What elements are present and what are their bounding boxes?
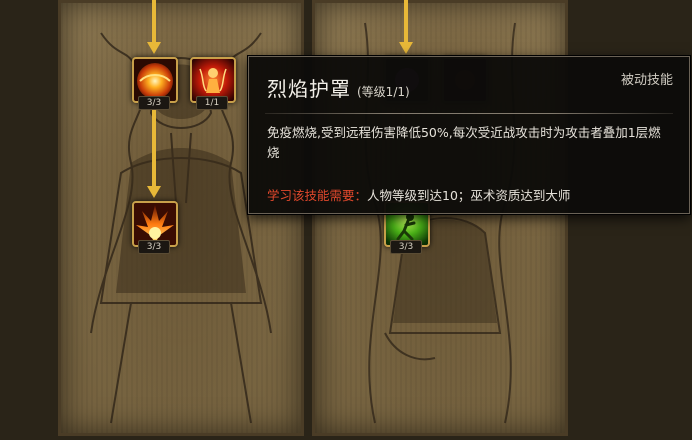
fire-orb-icon xyxy=(134,59,176,101)
skill-level-badge: 3/3 xyxy=(390,240,422,254)
requirement-label: 学习该技能需要： xyxy=(267,188,368,203)
connector-arrow xyxy=(147,0,161,54)
skill-title-row: 烈焰护罩 (等级1/1) xyxy=(267,73,410,102)
skill-description: 免疫燃烧,受到远程伤害降低50%,每次受近战攻击时为攻击者叠加1层燃烧 xyxy=(267,125,661,160)
skill-level-text: (等级1/1) xyxy=(357,85,410,99)
requirement-value: 人物等级到达10；巫术资质达到大师 xyxy=(367,188,571,203)
fire-figure-icon xyxy=(192,59,234,101)
connector-arrow xyxy=(399,0,413,54)
skill-title: 烈焰护罩 xyxy=(267,77,351,101)
skill-level-badge: 3/3 xyxy=(138,96,170,110)
tooltip-divider xyxy=(265,113,673,114)
skill-requirement: 学习该技能需要：人物等级到达10；巫术资质达到大师 xyxy=(267,185,570,204)
skill-level-badge: 1/1 xyxy=(196,96,228,110)
flame-burst-icon xyxy=(134,203,176,245)
skill-tooltip: 烈焰护罩 (等级1/1) 被动技能 免疫燃烧,受到远程伤害降低50%,每次受近战攻… xyxy=(248,56,690,214)
connector-arrow xyxy=(147,104,161,198)
skill-level-badge: 3/3 xyxy=(138,240,170,254)
skill-type-label: 被动技能 xyxy=(620,73,673,88)
skill-tree-screen: 3/3 1/1 3/3 3/3 烈焰护罩 (等级1/1) 被动技能 免疫燃烧,受… xyxy=(0,0,692,440)
